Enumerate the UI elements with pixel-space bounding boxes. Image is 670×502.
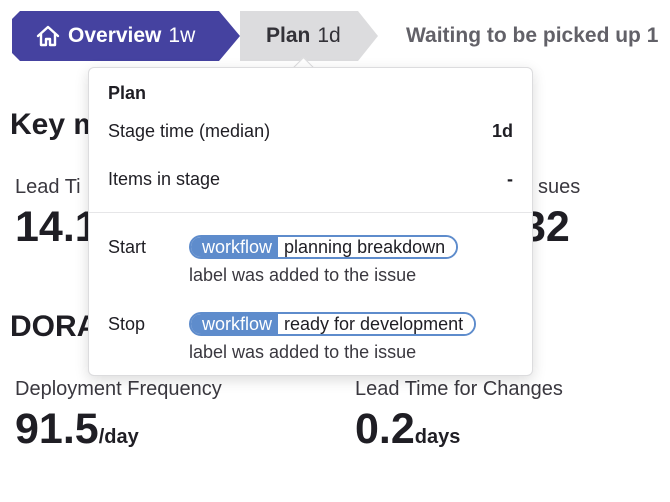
popover-title: Plan — [108, 83, 147, 103]
stop-scoped-label[interactable]: workflow ready for development — [189, 312, 477, 336]
stage-plan-duration: 1d — [317, 24, 341, 47]
items-in-stage-value: - — [507, 169, 513, 189]
value-stream-path: Overview 1w Plan 1d Waiting to be picked… — [0, 0, 670, 70]
lead-time-changes-value: 0.2days — [355, 405, 460, 454]
stop-label-value: ready for development — [278, 314, 475, 334]
start-scoped-label[interactable]: workflow planning breakdown — [189, 235, 459, 259]
stop-label-scope: workflow — [191, 314, 279, 334]
stage-time-label: Stage time (median) — [108, 121, 271, 141]
deployment-frequency-number: 91.5 — [15, 405, 99, 453]
lead-time-changes-number: 0.2 — [355, 405, 415, 453]
lead-time-label: Lead Ti — [15, 176, 81, 198]
items-in-stage-label: Items in stage — [108, 169, 221, 189]
stage-time-row: Stage time (median) 1d — [108, 121, 513, 142]
stage-waiting-name: Waiting to be picked up 1 — [406, 24, 659, 47]
deployment-frequency-unit: /day — [98, 426, 139, 448]
stop-description: label was added to the issue — [189, 342, 417, 362]
stage-overview-duration: 1w — [168, 24, 196, 47]
stage-overview-name: Overview — [68, 24, 162, 47]
home-icon — [36, 25, 60, 47]
stage-popover: Plan Stage time (median) 1d Items in sta… — [88, 67, 533, 376]
lead-time-changes-unit: days — [414, 426, 461, 448]
issues-label: sues — [538, 176, 581, 198]
stop-label: Stop — [108, 314, 146, 334]
start-label: Start — [108, 237, 147, 257]
stage-plan-name: Plan — [266, 24, 311, 47]
deployment-frequency-value: 91.5/day — [15, 405, 139, 454]
start-label-scope: workflow — [191, 237, 279, 257]
lead-time-value: 14.1 — [15, 203, 99, 251]
popover-divider — [89, 212, 532, 213]
lead-time-changes-label: Lead Time for Changes — [355, 378, 563, 400]
stage-waiting[interactable]: Waiting to be picked up 1 — [406, 11, 670, 61]
stage-overview[interactable]: Overview 1w — [12, 11, 240, 61]
stage-plan[interactable]: Plan 1d — [240, 11, 378, 61]
dora-title: DORA — [10, 310, 99, 343]
start-label-value: planning breakdown — [278, 237, 457, 257]
start-description: label was added to the issue — [189, 265, 417, 285]
key-metrics-title: Key m — [10, 108, 101, 141]
items-in-stage-row: Items in stage - — [108, 169, 513, 190]
deployment-frequency-label: Deployment Frequency — [15, 378, 222, 400]
stage-time-value: 1d — [491, 121, 513, 141]
